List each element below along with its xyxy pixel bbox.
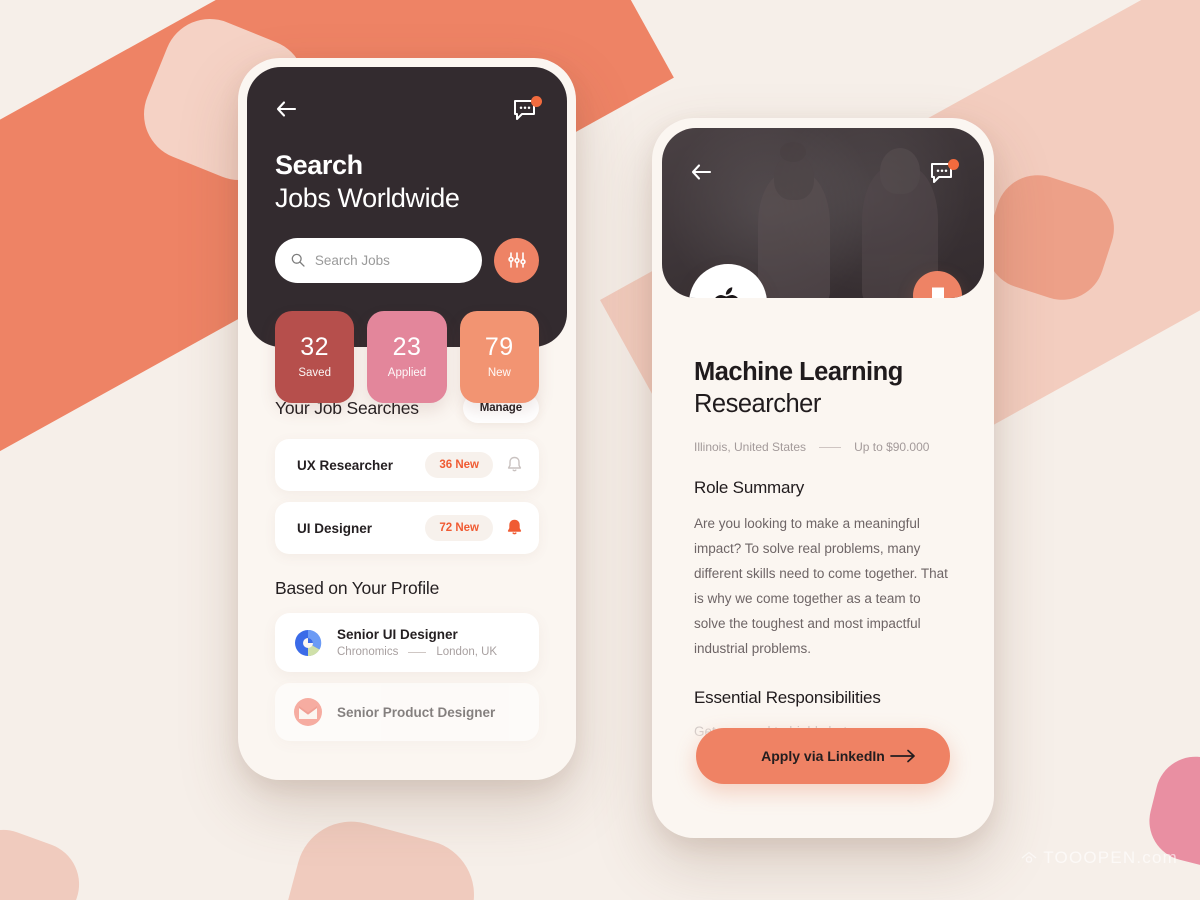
recommended-job-meta: Chronomics London, UK (337, 646, 497, 658)
phone-one-topbar (275, 96, 542, 133)
job-hero-image (662, 128, 984, 298)
saved-search-badge: 36 New (425, 452, 493, 478)
role-summary-body: Are you looking to make a meaningful imp… (694, 516, 948, 657)
saved-search-name: UI Designer (297, 520, 373, 536)
saved-search-row[interactable]: UX Researcher 36 New (275, 439, 539, 491)
job-detail-location: Illinois, United States (694, 440, 807, 455)
search-header: Search Jobs Worldwide (247, 67, 567, 347)
bell-icon-active[interactable] (503, 517, 525, 539)
decor-blob-mid-left (0, 818, 91, 900)
company-name: Chronomics (337, 646, 399, 658)
meta-divider (819, 446, 842, 448)
search-body: Your Job Searches Manage UX Researcher 3… (247, 347, 567, 741)
saved-search-badge: 72 New (425, 515, 493, 541)
watermark: TOOOPEN.com (1021, 848, 1178, 868)
profile-section-title: Based on Your Profile (275, 578, 440, 598)
hero-figure-left-hair (780, 142, 806, 162)
search-input[interactable] (314, 252, 466, 268)
responsibilities-heading: Essential Responsibilities (694, 688, 881, 708)
recommended-job-title: Senior Product Designer (337, 704, 496, 720)
filter-button[interactable] (494, 237, 539, 283)
watermark-text: TOOOPEN.com (1043, 848, 1178, 867)
arrow-right-icon (890, 749, 916, 763)
role-summary-heading: Role Summary (694, 478, 805, 498)
page-title-line2: Jobs Worldwide (275, 183, 460, 214)
chat-bubble-icon[interactable] (513, 96, 542, 123)
phone-mockup-search: Search Jobs Worldwide Search Jobs 32 Sav… (238, 58, 576, 780)
stat-value: 32 (300, 333, 330, 361)
chronomics-logo-icon (293, 628, 323, 658)
page-title: Search Jobs Worldwide (275, 149, 539, 216)
hero-figure-right-head (880, 148, 920, 194)
job-location: London, UK (436, 646, 498, 658)
gmail-logo-icon (293, 697, 323, 727)
chat-unread-badge (948, 159, 959, 170)
stat-value: 79 (484, 333, 514, 361)
stat-card-new[interactable]: 79 New (459, 311, 539, 403)
saved-search-row[interactable]: UI Designer 72 New (275, 502, 539, 554)
bell-icon[interactable] (503, 454, 525, 476)
search-box[interactable] (275, 237, 482, 283)
chat-bubble-icon[interactable] (930, 159, 959, 186)
stat-label: Saved (298, 367, 331, 379)
stats-row: 32 Saved 23 Applied 79 New (247, 311, 567, 403)
job-detail-body: Machine Learning Researcher Illinois, Un… (662, 298, 984, 743)
stat-card-applied[interactable]: 23 Applied (367, 311, 447, 403)
recommended-job-info: Senior UI Designer Chronomics London, UK (337, 627, 497, 658)
recommended-job-row[interactable]: Senior Product Designer (275, 683, 539, 741)
job-detail-title-line1: Machine Learning (694, 358, 903, 386)
stat-label: New (487, 367, 511, 379)
recommended-job-title: Senior UI Designer (337, 627, 458, 642)
apply-button-label: Apply via LinkedIn (761, 748, 885, 764)
search-icon (291, 254, 305, 268)
stat-label: Applied (387, 367, 427, 379)
back-icon[interactable] (275, 99, 297, 119)
stat-card-saved[interactable]: 32 Saved (275, 311, 355, 403)
watermark-icon (1021, 851, 1037, 863)
bookmark-icon (931, 287, 944, 298)
back-icon[interactable] (690, 162, 712, 182)
chat-unread-badge (531, 96, 542, 107)
job-detail-meta: Illinois, United States Up to $90.000 (694, 440, 952, 454)
saved-search-name: UX Researcher (297, 457, 394, 473)
search-row (275, 237, 539, 283)
stat-value: 23 (392, 333, 422, 361)
page-title-line1: Search (275, 150, 363, 180)
recommended-job-row[interactable]: Senior UI Designer Chronomics London, UK (275, 613, 539, 672)
phone-mockup-job-detail: Machine Learning Researcher Illinois, Un… (652, 118, 994, 838)
job-detail-title-line2: Researcher (694, 390, 821, 419)
sliders-icon (507, 252, 526, 269)
job-detail-title: Machine Learning Researcher (694, 356, 952, 420)
phone-two-screen: Machine Learning Researcher Illinois, Un… (662, 128, 984, 828)
recommended-job-info: Senior Product Designer (337, 705, 495, 720)
phone-one-screen: Search Jobs Worldwide Search Jobs 32 Sav… (247, 67, 567, 771)
background-decor: TOOOPEN.com (0, 0, 1200, 900)
meta-divider (408, 651, 427, 653)
job-detail-salary: Up to $90.000 (854, 440, 930, 455)
apply-button[interactable]: Apply via LinkedIn (696, 728, 950, 784)
decor-blob-bottom-left (273, 809, 487, 900)
